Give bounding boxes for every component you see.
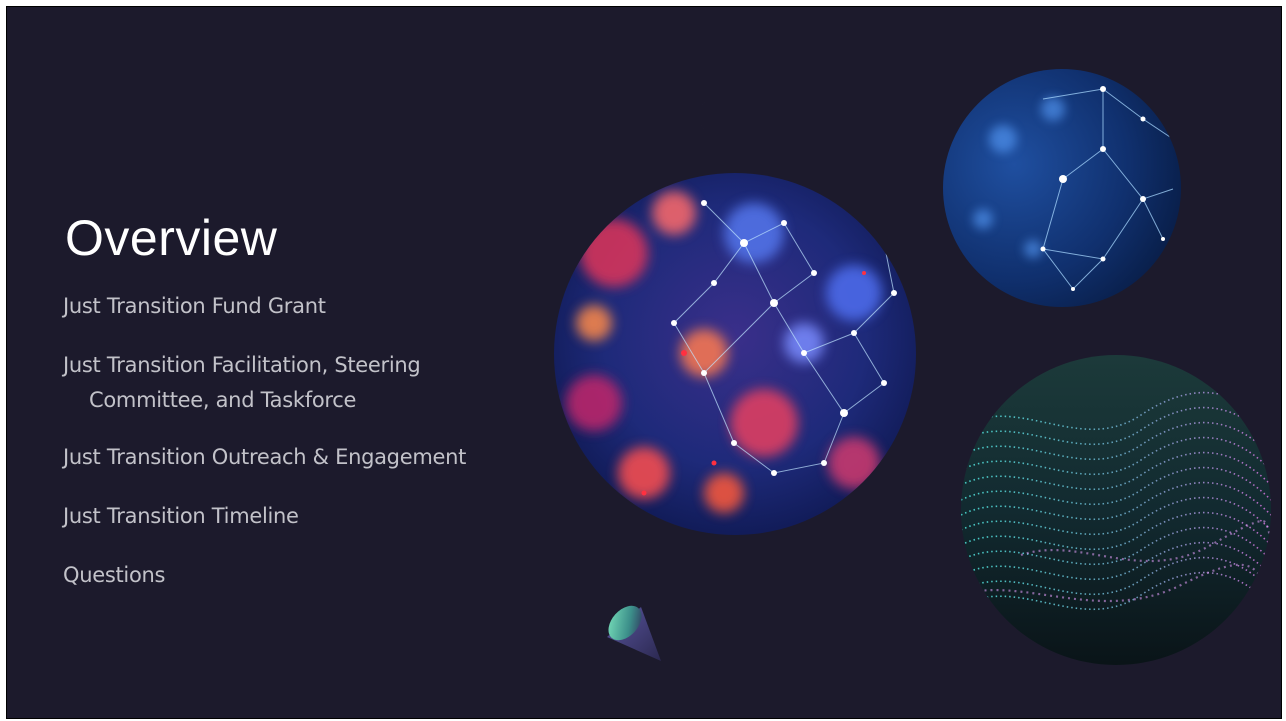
agenda-list: Just Transition Fund Grant Just Transiti…	[63, 289, 533, 617]
agenda-item: Just Transition Outreach & Engagement	[63, 445, 467, 469]
slide: Overview Just Transition Fund Grant Just…	[6, 6, 1282, 719]
digital-wave-image	[961, 355, 1271, 665]
crescent-decoration	[698, 99, 727, 136]
agenda-item: Just Transition Facilitation, Steering C…	[63, 353, 421, 412]
cone-decoration	[607, 605, 661, 661]
agenda-item: Just Transition Timeline	[63, 504, 299, 528]
blue-network-image	[943, 69, 1181, 307]
agenda-item: Questions	[63, 563, 166, 587]
agenda-item: Just Transition Fund Grant	[63, 294, 326, 318]
network-bokeh-image	[554, 173, 916, 535]
slide-title: Overview	[65, 210, 278, 266]
